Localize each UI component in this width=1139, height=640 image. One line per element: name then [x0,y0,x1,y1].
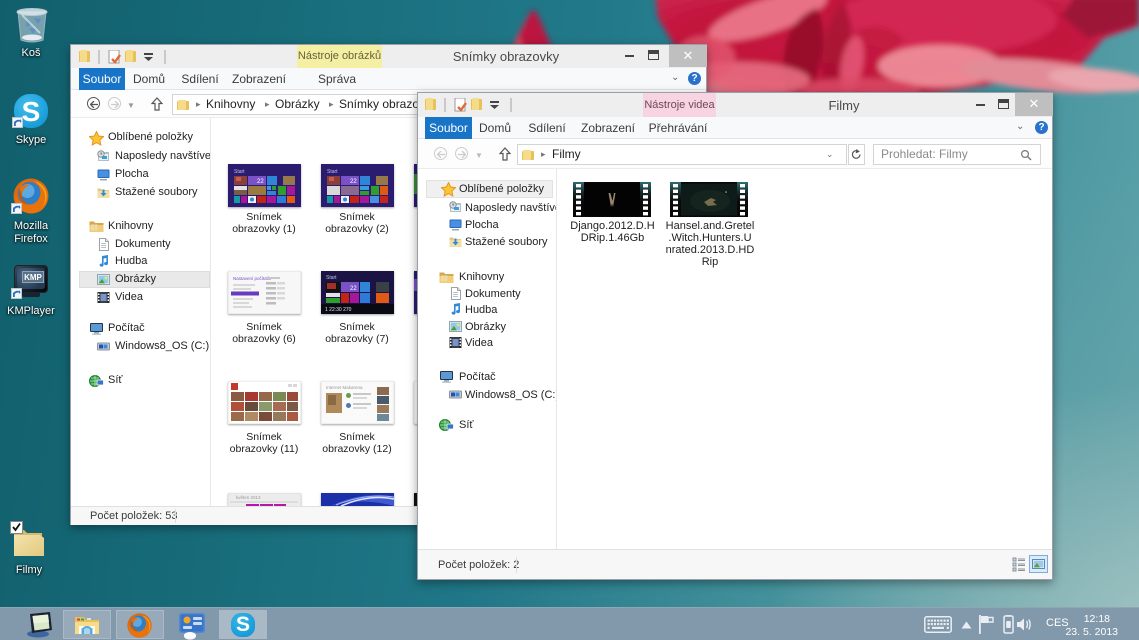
svg-text:22: 22 [350,179,357,185]
svg-text:Internet Makarena: Internet Makarena [326,385,363,390]
svg-text:22: 22 [350,286,357,292]
svg-text:Start: Start [326,275,337,281]
svg-text:Start: Start [327,169,338,175]
svg-text:1 22:30 270: 1 22:30 270 [325,307,352,313]
svg-text:květen 2013: květen 2013 [236,495,261,500]
svg-text:Start: Start [234,169,245,175]
svg-text:22: 22 [257,179,264,185]
